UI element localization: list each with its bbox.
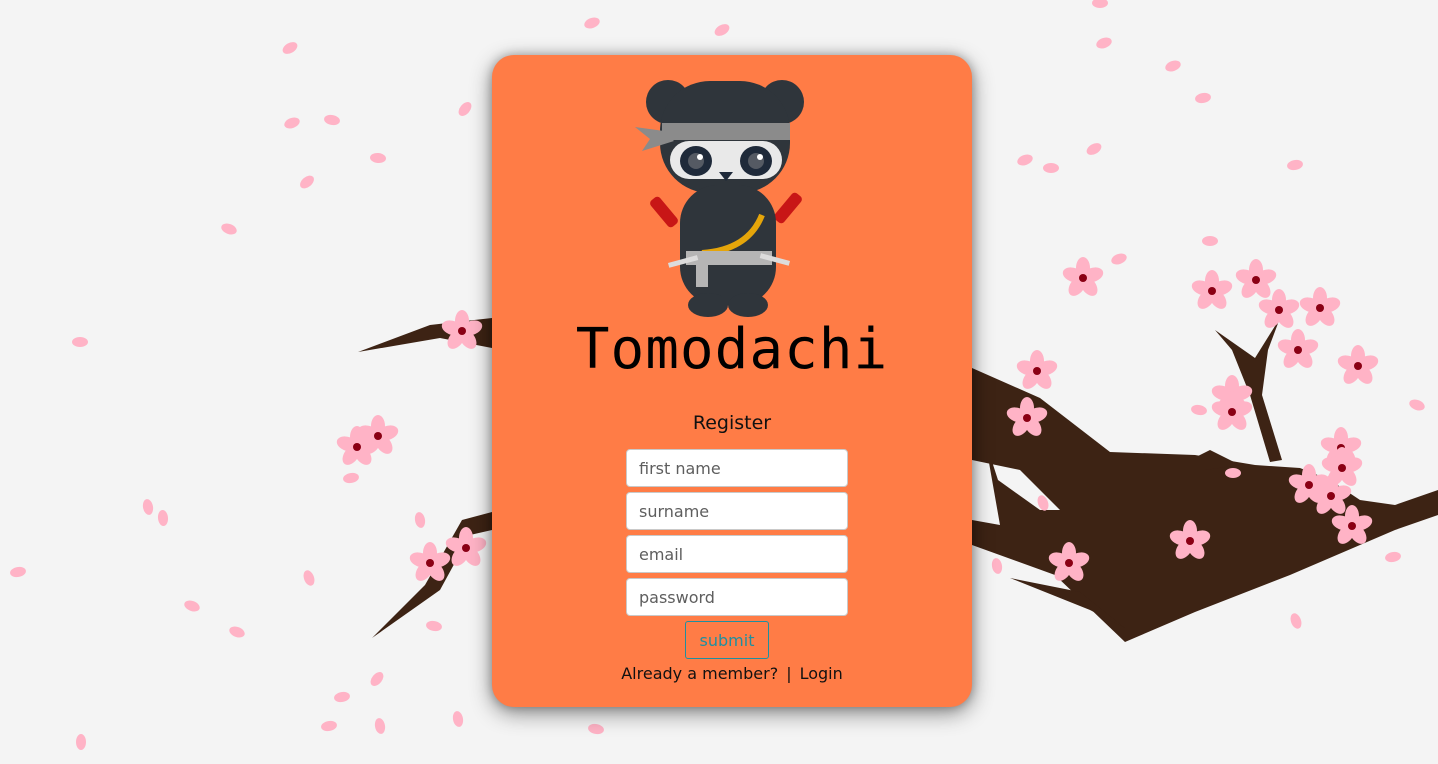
petal: [184, 600, 200, 612]
petal: [10, 566, 26, 578]
login-link[interactable]: Login: [800, 664, 843, 683]
petal: [426, 620, 442, 632]
petal: [1202, 236, 1218, 246]
password-input[interactable]: [626, 578, 848, 616]
already-member-text: Already a member?: [621, 664, 779, 683]
petal: [303, 570, 315, 586]
form-heading: Register: [692, 412, 772, 434]
submit-button[interactable]: submit: [685, 621, 769, 659]
petal: [1092, 0, 1108, 8]
petal: [221, 223, 237, 235]
blossom-flower: [1277, 329, 1319, 368]
petal: [1225, 468, 1241, 478]
petal: [1385, 551, 1401, 563]
petal: [370, 152, 386, 164]
ninja-panda-icon: [635, 80, 804, 317]
petal: [1409, 399, 1425, 411]
petal: [1017, 154, 1033, 166]
petal: [142, 499, 154, 515]
petal: [321, 720, 337, 732]
blossom-flower: [441, 310, 483, 349]
petal: [714, 24, 730, 36]
petal: [584, 17, 600, 29]
login-prompt-row: Already a member? | Login: [492, 664, 972, 683]
petal: [370, 672, 384, 686]
petal: [588, 723, 604, 735]
blossom-flower: [1062, 257, 1104, 296]
petal: [334, 691, 350, 703]
petal: [1165, 60, 1181, 72]
petal: [76, 734, 86, 750]
petal: [229, 626, 245, 638]
petal: [1290, 613, 1302, 629]
petal: [991, 558, 1003, 574]
petal: [284, 117, 300, 129]
petal: [1043, 163, 1059, 173]
petal: [1096, 37, 1112, 49]
petal: [157, 510, 169, 526]
blossom-flower: [1016, 350, 1058, 389]
petal: [300, 175, 314, 189]
petal: [72, 337, 88, 347]
separator: |: [786, 664, 792, 683]
petal: [1287, 159, 1303, 171]
register-card: Tomodachi Register submit Already a memb…: [492, 55, 972, 707]
petal: [1195, 92, 1211, 104]
petal: [414, 512, 426, 528]
petal: [374, 718, 386, 734]
petal: [452, 711, 464, 727]
blossom-flower: [1337, 345, 1379, 384]
blossom-flower: [1191, 270, 1233, 309]
petal: [343, 472, 359, 484]
app-title: Tomodachi: [575, 317, 889, 382]
petal: [458, 102, 472, 116]
first-name-input[interactable]: [626, 449, 848, 487]
email-input[interactable]: [626, 535, 848, 573]
surname-input[interactable]: [626, 492, 848, 530]
petal: [1191, 404, 1207, 416]
blossom-flower: [1235, 259, 1277, 298]
petal: [1086, 143, 1102, 155]
petal: [324, 114, 340, 126]
petal: [1111, 253, 1127, 265]
blossom-flower: [1299, 287, 1341, 326]
petal: [282, 42, 298, 54]
